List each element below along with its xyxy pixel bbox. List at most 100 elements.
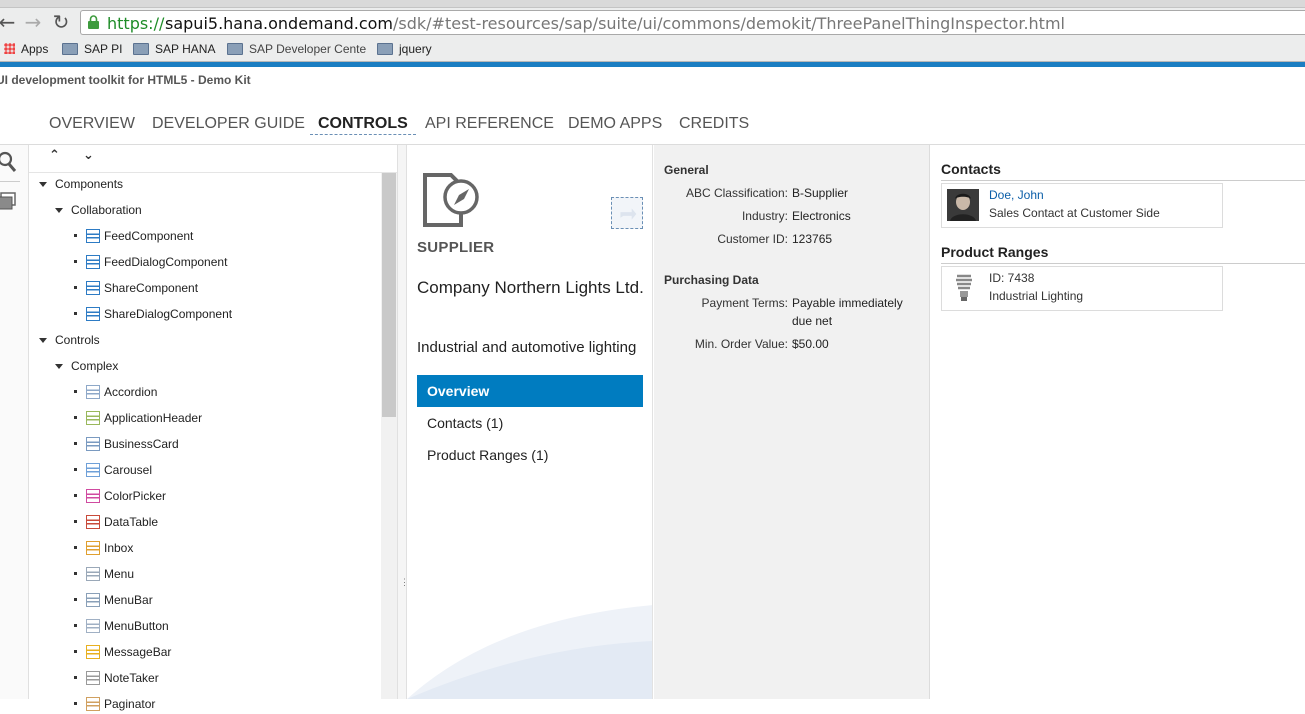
menu-bar-icon [86,593,100,607]
tree-leaf[interactable]: MenuButton [74,616,169,636]
search-icon[interactable] [0,151,18,173]
tree-scrollbar-thumb[interactable] [382,173,396,417]
apps-grid-icon [4,43,15,54]
group-title-general: General [664,163,709,177]
tree-item-label: ColorPicker [104,489,167,503]
nav-credits[interactable]: CREDITS [679,114,749,134]
tree-leaf[interactable]: ShareDialogComponent [74,304,232,324]
expand-arrow-icon[interactable] [55,364,63,369]
bullet-icon [74,260,77,263]
nav-developer-guide[interactable]: DEVELOPER GUIDE [152,114,305,134]
tree-leaf[interactable]: NoteTaker [74,668,159,688]
tree-leaf[interactable]: BusinessCard [74,434,179,454]
browser-toolbar: ← → ↻ https:// sapui5.hana.ondemand.com/… [0,8,1305,38]
page-title: UI development toolkit for HTML5 - Demo … [0,73,251,87]
message-bar-icon [86,645,100,659]
tree-leaf[interactable]: ShareComponent [74,278,198,298]
thing-type: SUPPLIER [417,239,495,256]
facet-contacts[interactable]: Contacts (1) [417,407,643,439]
product-range-card[interactable]: ID: 7438 Industrial Lighting [941,266,1223,311]
field-label: ABC Classification: [685,186,788,200]
accordion-icon [86,385,100,399]
expand-arrow-icon[interactable] [39,338,47,343]
tree-scrollbar[interactable] [381,173,397,699]
bookmark-sap-pi[interactable]: SAP PI [62,42,122,58]
tree-item-label: Components [55,177,124,191]
field-value: Electronics [792,209,851,223]
field-label: Min. Order Value: [694,337,788,351]
group-title-purchasing-data: Purchasing Data [664,273,759,287]
tree-leaf[interactable]: ColorPicker [74,486,166,506]
background-wave-decoration [407,605,652,699]
left-tool-strip [0,145,29,699]
contacts-title: Contacts [941,161,1001,177]
share-dialog-icon [86,307,100,321]
tree-leaf[interactable]: MenuBar [74,590,153,610]
folder-icon [133,43,149,55]
feed-dialog-icon [86,255,100,269]
expand-all-icon[interactable]: ⌄ [83,148,94,163]
nav-controls[interactable]: CONTROLS [310,114,416,135]
bullet-icon [74,572,77,575]
thing-inspector-overview-panel: General ABC Classification: B-Supplier I… [654,145,930,699]
field-value: 123765 [792,232,833,246]
nav-overview[interactable]: OVERVIEW [49,114,135,134]
reload-icon[interactable]: ↻ [50,11,72,33]
tree-item-label: MessageBar [104,645,172,659]
action-button[interactable] [611,197,643,229]
tree-item-label: Controls [55,333,100,347]
bookmark-sap-hana[interactable]: SAP HANA [133,42,215,58]
tree-item-label: Collaboration [71,203,142,217]
tree-leaf[interactable]: Accordion [74,382,157,402]
facet-overview[interactable]: Overview [417,375,643,407]
tree-node[interactable]: Collaboration [55,200,142,220]
tree-leaf[interactable]: ApplicationHeader [74,408,202,428]
address-bar[interactable]: https:// sapui5.hana.ondemand.com/sdk/#t… [80,10,1305,35]
expand-arrow-icon[interactable] [55,208,63,213]
bullet-icon [74,442,77,445]
bullet-icon [74,676,77,679]
tree-node[interactable]: Complex [55,356,118,376]
nav-demo-apps[interactable]: DEMO APPS [568,114,662,134]
bullet-icon [74,494,77,497]
tree-leaf[interactable]: Menu [74,564,134,584]
tree-leaf[interactable]: FeedDialogComponent [74,252,227,272]
product-range-id: ID: 7438 [989,271,1035,285]
bullet-icon [74,624,77,627]
nav-api-reference[interactable]: API REFERENCE [425,114,554,134]
bookmark-sap-developer-center[interactable]: SAP Developer Cente [227,42,366,58]
back-arrow-icon[interactable]: ← [0,11,18,33]
tree-leaf[interactable]: FeedComponent [74,226,193,246]
bookmark-jquery[interactable]: jquery [377,42,432,58]
tree-item-label: NoteTaker [104,671,159,685]
control-tree-panel: ⌃ ⌄ Components Collaboration FeedComponent… [29,145,397,711]
paginator-icon [86,697,100,711]
tree-leaf[interactable]: MessageBar [74,642,171,662]
tree-leaf[interactable]: Carousel [74,460,152,480]
forward-arrow-icon[interactable]: → [22,11,44,33]
facet-product-ranges[interactable]: Product Ranges (1) [417,439,643,471]
panel-splitter[interactable]: ⋮ [397,145,409,699]
contact-card[interactable]: Doe, John Sales Contact at Customer Side [941,183,1223,228]
bookmark-apps[interactable]: Apps [4,42,48,58]
index-view-icon[interactable] [0,191,18,211]
bullet-icon [74,286,77,289]
tree-item-label: DataTable [104,515,159,529]
tree-item-label: FeedDialogComponent [104,255,228,269]
menu-button-icon [86,619,100,633]
contact-role: Sales Contact at Customer Side [989,206,1160,220]
tree-leaf[interactable]: DataTable [74,512,158,532]
expand-arrow-icon[interactable] [39,182,47,187]
tree-node[interactable]: Components [39,174,123,194]
tree-node[interactable]: Controls [39,330,100,350]
business-card-icon [86,437,100,451]
tree-leaf[interactable]: Inbox [74,538,133,558]
menu-icon [86,567,100,581]
collapse-all-icon[interactable]: ⌃ [49,148,60,163]
share-icon [86,281,100,295]
thing-description: Industrial and automotive lighting [417,339,637,356]
folder-icon [377,43,393,55]
tree-leaf[interactable]: Paginator [74,694,155,714]
field-label: Customer ID: [717,232,788,246]
contact-name-link[interactable]: Doe, John [989,188,1044,202]
